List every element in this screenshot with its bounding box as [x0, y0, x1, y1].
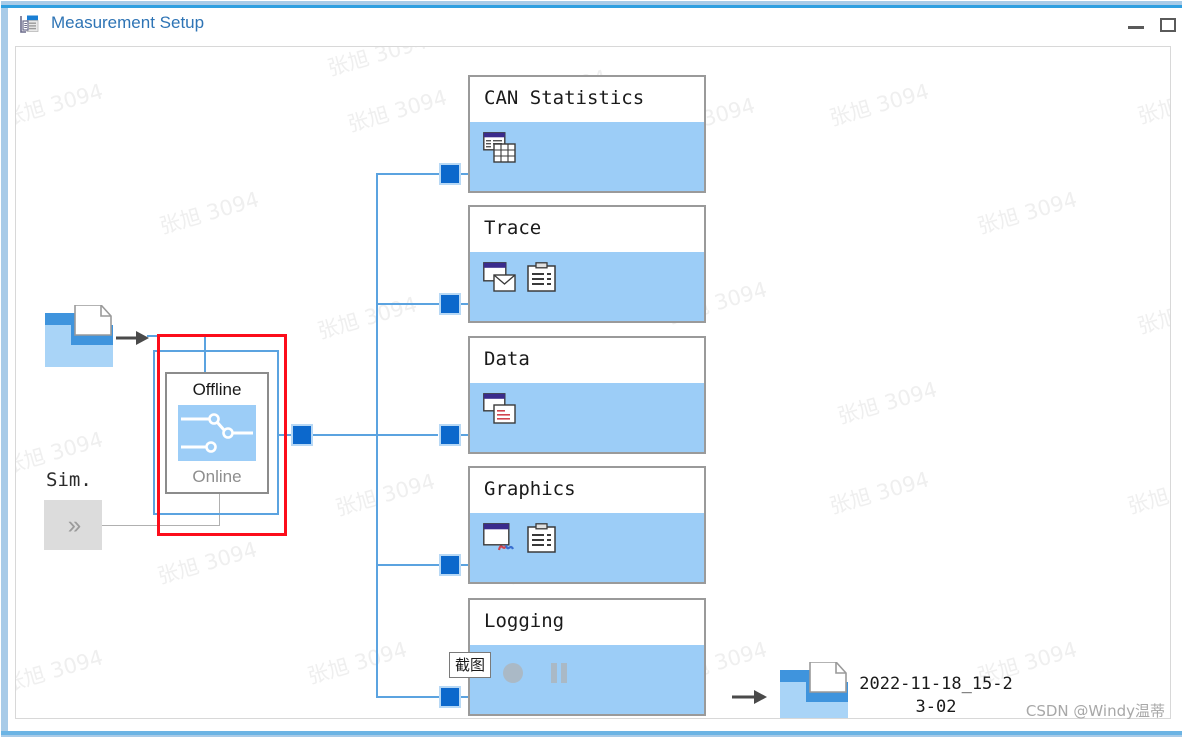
- node-graphics[interactable]: Graphics: [468, 466, 706, 584]
- connector-square-data[interactable]: [439, 424, 461, 446]
- watermark: 张旭 3094: [314, 292, 420, 344]
- data-window-icon[interactable]: [483, 393, 517, 430]
- sim-label: Sim.: [46, 469, 92, 491]
- logging-output-filename: 2022-11-18_15-2 3-02: [856, 673, 1016, 718]
- minimize-icon: [1128, 26, 1144, 29]
- node-body: [470, 645, 704, 714]
- watermark: 张旭 3094: [156, 187, 262, 239]
- csdn-credit-watermark: CSDN @Windy温蒂: [1025, 702, 1165, 720]
- bus-trunk-vertical: [376, 173, 378, 698]
- branch-line-graphics: [376, 564, 440, 566]
- measurement-setup-icon: [20, 15, 42, 34]
- offline-online-switch[interactable]: Offline Online: [165, 372, 269, 494]
- graphics-window-curve-icon[interactable]: [483, 523, 517, 560]
- record-dot-icon[interactable]: [501, 661, 525, 690]
- watermark: 张旭 3094: [1124, 467, 1171, 519]
- chevron-right-double-icon: ››: [67, 511, 82, 539]
- window-accent-bottom: [1, 731, 1182, 735]
- screenshot-tooltip: 截图: [449, 652, 491, 678]
- pause-icon[interactable]: [547, 661, 571, 690]
- node-title: Graphics: [484, 478, 576, 500]
- node-body: [470, 383, 704, 452]
- node-header: Graphics: [470, 468, 704, 513]
- node-title: Data: [484, 348, 530, 370]
- node-title: CAN Statistics: [484, 87, 645, 109]
- node-header: Trace: [470, 207, 704, 252]
- clipboard-list-icon[interactable]: [527, 262, 557, 299]
- sim-button[interactable]: ››: [44, 500, 102, 550]
- bus-connector-node[interactable]: [291, 424, 313, 446]
- maximize-icon: [1160, 18, 1176, 32]
- statistics-table-icon[interactable]: [483, 132, 517, 169]
- bus-line-main: [312, 434, 438, 436]
- title-bar: Measurement Setup: [8, 8, 1182, 40]
- connector-square-logging[interactable]: [439, 686, 461, 708]
- watermark: 张旭 3094: [15, 645, 106, 697]
- filename-line-2: 3-02: [915, 697, 957, 717]
- switch-routing-icon: [178, 405, 256, 461]
- connector-square-graphics[interactable]: [439, 554, 461, 576]
- node-data[interactable]: Data: [468, 336, 706, 454]
- node-body: [470, 122, 704, 191]
- branch-line-can-statistics: [376, 173, 440, 175]
- watermark: 张旭 3094: [826, 467, 932, 519]
- source-database-icon[interactable]: [43, 304, 115, 373]
- watermark: 张旭 3094: [1134, 77, 1171, 129]
- node-header: Data: [470, 338, 704, 383]
- branch-line-trace: [376, 303, 440, 305]
- node-title: Logging: [484, 610, 565, 632]
- trace-window-mail-icon[interactable]: [483, 262, 517, 299]
- filename-line-1: 2022-11-18_15-2: [859, 674, 1013, 694]
- connector-square-can-statistics[interactable]: [439, 163, 461, 185]
- watermark: 张旭 3094: [826, 79, 932, 131]
- node-title: Trace: [484, 217, 542, 239]
- watermark: 张旭 3094: [304, 637, 410, 689]
- clipboard-list-icon[interactable]: [527, 523, 557, 560]
- node-body: [470, 513, 704, 582]
- connector-square-trace[interactable]: [439, 293, 461, 315]
- watermark: 张旭 3094: [15, 79, 106, 131]
- arrow-right-icon: [116, 328, 150, 353]
- page-title: Measurement Setup: [51, 13, 205, 32]
- output-arrow-right-icon: [732, 687, 768, 712]
- minimize-button[interactable]: [1123, 14, 1149, 36]
- measurement-setup-canvas[interactable]: 张旭 3094 张旭 3094 张旭 3094 张旭 3094 张旭 3094 …: [15, 46, 1171, 719]
- branch-line-logging: [376, 696, 440, 698]
- offline-label[interactable]: Offline: [167, 380, 267, 400]
- node-header: Logging: [470, 600, 704, 645]
- watermark: 张旭 3094: [332, 469, 438, 521]
- logging-output-file-icon[interactable]: [778, 661, 850, 718]
- node-header: CAN Statistics: [470, 77, 704, 122]
- maximize-button[interactable]: [1155, 14, 1181, 36]
- node-can-statistics[interactable]: CAN Statistics: [468, 75, 706, 193]
- online-label[interactable]: Online: [167, 467, 267, 487]
- node-logging[interactable]: Logging: [468, 598, 706, 716]
- watermark: 张旭 3094: [344, 85, 450, 137]
- watermark: 张旭 3094: [1134, 287, 1171, 339]
- measurement-setup-window: Measurement Setup 张旭 3094 张旭 3094 张旭 309…: [0, 0, 1182, 737]
- node-body: [470, 252, 704, 321]
- watermark: 张旭 3094: [324, 46, 430, 81]
- node-trace[interactable]: Trace: [468, 205, 706, 323]
- watermark: 张旭 3094: [834, 377, 940, 429]
- watermark: 张旭 3094: [974, 187, 1080, 239]
- watermark: 张旭 3094: [154, 537, 260, 589]
